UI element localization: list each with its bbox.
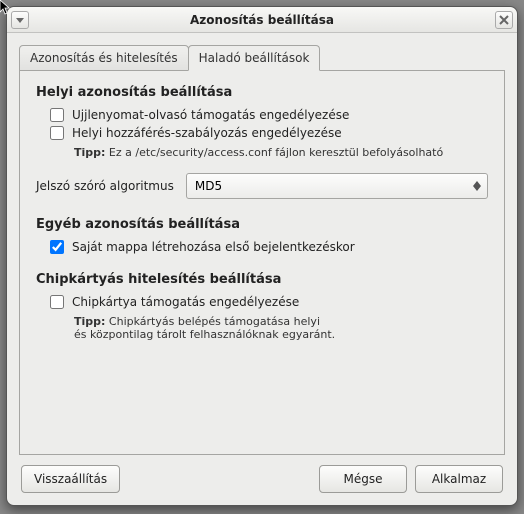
tip-chip-line2: és központilag tárolt felhasználóknak eg… [74,328,335,341]
tab-advanced[interactable]: Haladó beállítások [188,45,321,71]
tip-label: Tipp: [74,315,105,328]
section-other: Egyéb azonosítás beállítása Saját mappa … [36,217,488,254]
section-other-title: Egyéb azonosítás beállítása [36,217,488,232]
tab-bar: Azonosítás és hitelesítés Haladó beállít… [19,45,505,71]
tip-label: Tipp: [74,146,105,159]
tip-chip-line1: Chipkártyás belépés támogatása helyi [109,315,320,328]
window-title: Azonosítás beállítása [7,13,517,27]
button-bar: Visszaállítás Mégse Alkalmaz [19,455,505,497]
label-chip[interactable]: Chipkártya támogatás engedélyezése [72,295,299,309]
apply-button[interactable]: Alkalmaz [415,465,503,493]
checkbox-mkhome[interactable] [50,240,64,254]
tip-text: Ez a /etc/security/access.conf fájlon ke… [109,146,443,159]
tab-panel-advanced: Helyi azonosítás beállítása Ujjlenyomat-… [19,70,505,455]
dialog-window: Azonosítás beállítása Azonosítás és hite… [6,6,518,506]
close-button[interactable] [495,11,513,29]
section-local-title: Helyi azonosítás beállítása [36,85,488,100]
tab-auth[interactable]: Azonosítás és hitelesítés [19,45,189,71]
checkbox-access[interactable] [50,126,64,140]
label-mkhome[interactable]: Saját mappa létrehozása első bejelentkez… [72,240,355,254]
titlebar: Azonosítás beállítása [7,7,517,33]
combo-hash-algorithm[interactable]: MD5 [186,173,488,199]
section-chip-title: Chipkártyás hitelesítés beállítása [36,272,488,287]
section-local: Helyi azonosítás beállítása Ujjlenyomat-… [36,85,488,199]
select-hash-algorithm[interactable]: MD5 [186,173,488,199]
dialog-content: Azonosítás és hitelesítés Haladó beállít… [7,33,517,505]
checkbox-chip[interactable] [50,295,64,309]
checkbox-fingerprint[interactable] [50,108,64,122]
tip-access: Tipp: Ez a /etc/security/access.conf fáj… [74,146,488,159]
tip-chip: Tipp: Chipkártyás belépés támogatása hel… [74,315,488,341]
label-hash-algorithm: Jelszó szóró algoritmus [36,179,174,193]
section-chip: Chipkártyás hitelesítés beállítása Chipk… [36,272,488,341]
mouse-cursor [0,0,16,16]
label-fingerprint[interactable]: Ujjlenyomat-olvasó támogatás engedélyezé… [72,108,349,122]
cancel-button[interactable]: Mégse [319,465,407,493]
reset-button[interactable]: Visszaállítás [21,465,120,493]
label-access[interactable]: Helyi hozzáférés-szabályozás engedélyezé… [72,126,342,140]
